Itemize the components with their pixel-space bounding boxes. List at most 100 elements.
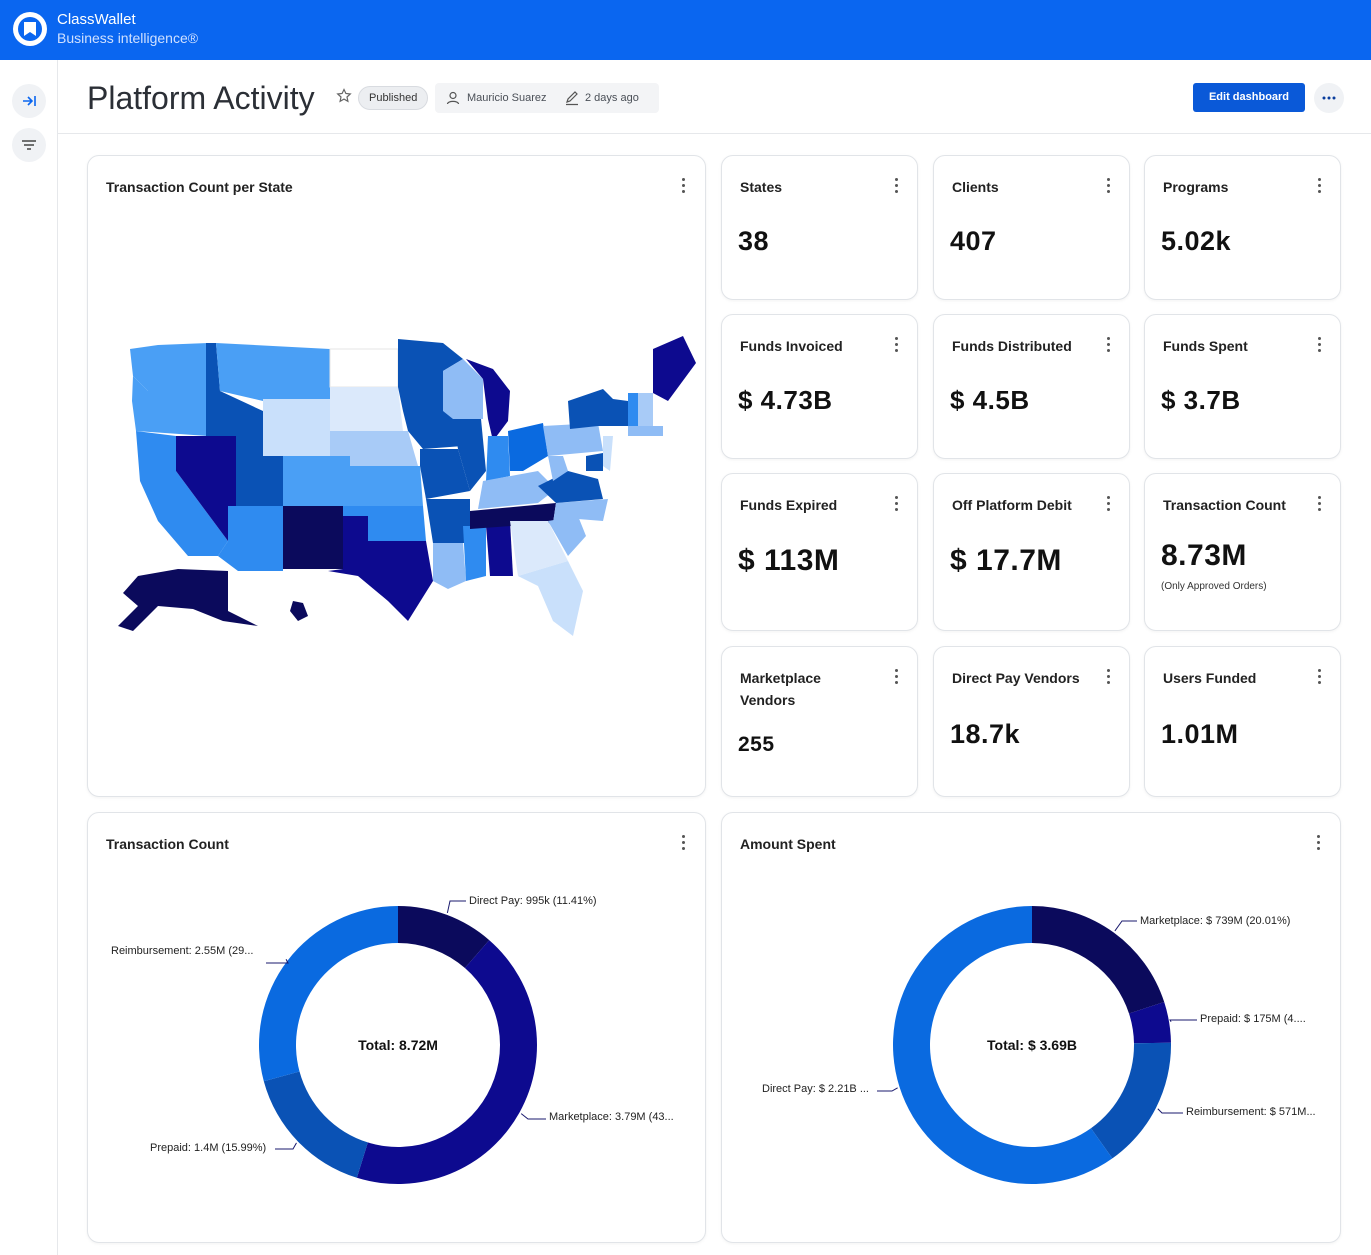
donut-slice-prepaid[interactable] [263, 1071, 368, 1178]
leader-line [877, 1087, 898, 1092]
kpi-title: Funds Invoiced [740, 338, 843, 354]
card-menu-icon[interactable] [1318, 178, 1322, 194]
state-north-dakota[interactable] [329, 348, 399, 388]
state-vermont[interactable] [628, 393, 638, 426]
expand-sidebar-button[interactable] [12, 84, 46, 118]
more-options-button[interactable] [1314, 83, 1344, 113]
state-mississippi[interactable] [463, 526, 486, 581]
dashboard-meta: Mauricio Suarez 2 days ago [435, 83, 659, 113]
card-menu-icon[interactable] [1107, 669, 1111, 685]
card-menu-icon[interactable] [1318, 337, 1322, 353]
favorite-star-icon[interactable] [336, 88, 352, 109]
card-menu-icon[interactable] [895, 496, 899, 512]
top-bar: ClassWallet Business intelligence® [0, 0, 1371, 60]
kpi-value: $ 17.7M [950, 544, 1062, 577]
kpi-value: $ 4.5B [950, 385, 1030, 415]
donut-slice-marketplace[interactable] [356, 940, 537, 1184]
state-new-jersey[interactable] [603, 436, 613, 471]
author-name: Mauricio Suarez [467, 92, 547, 104]
amount-spent-chart-card: Amount Spent Total: $ 3.69B Marketplace:… [721, 812, 1341, 1243]
kpi-value: $ 113M [738, 544, 840, 577]
kpi-card: Funds Spent $ 3.7B [1144, 314, 1341, 459]
state-new-hampshire[interactable] [638, 393, 653, 426]
state-north-carolina[interactable] [553, 499, 608, 523]
kpi-card: Funds Expired $ 113M [721, 473, 918, 631]
state-new-mexico[interactable] [283, 506, 343, 569]
classwallet-logo-icon[interactable] [13, 12, 47, 46]
ellipsis-icon [1322, 96, 1336, 100]
slice-label-reimbursement: Reimbursement: 2.55M (29... [111, 945, 254, 957]
kpi-title: Funds Distributed [952, 338, 1072, 354]
card-menu-icon[interactable] [1318, 496, 1322, 512]
state-washington[interactable] [130, 343, 208, 391]
state-indiana[interactable] [486, 436, 510, 481]
card-menu-icon[interactable] [895, 178, 899, 194]
leader-line [446, 900, 466, 914]
state-alabama[interactable] [486, 521, 513, 576]
leader-line [1169, 1019, 1197, 1023]
us-choropleth-map[interactable] [98, 331, 698, 651]
card-menu-icon[interactable] [895, 337, 899, 353]
state-maryland[interactable] [586, 453, 603, 471]
state-hawaii[interactable] [290, 601, 308, 621]
state-virginia[interactable] [538, 471, 603, 503]
kpi-value: $ 4.73B [738, 385, 833, 415]
donut-slice-reimbursement[interactable] [1090, 1042, 1171, 1159]
kpi-title: Transaction Count [1163, 497, 1286, 513]
card-menu-icon[interactable] [1318, 669, 1322, 685]
status-badge: Published [358, 86, 429, 110]
kpi-card: Programs 5.02k [1144, 155, 1341, 300]
kpi-title: Programs [1163, 179, 1229, 195]
kpi-subtext: (Only Approved Orders) [1161, 581, 1267, 592]
leader-line [1157, 1108, 1183, 1114]
state-arkansas[interactable] [426, 499, 470, 543]
state-kansas[interactable] [350, 466, 423, 506]
app-name: ClassWallet [57, 11, 136, 28]
kpi-value: 255 [738, 733, 775, 756]
kpi-card: Transaction Count 8.73M (Only Approved Ord… [1144, 473, 1341, 631]
donut-slice-reimbursement[interactable] [259, 906, 398, 1082]
filter-icon [22, 140, 36, 150]
map-card-title: Transaction Count per State [106, 179, 293, 195]
donut-total-label: Total: 8.72M [358, 1037, 438, 1053]
kpi-card: Funds Distributed $ 4.5B [933, 314, 1130, 459]
donut-total-label: Total: $ 3.69B [987, 1037, 1077, 1053]
slice-label-reimbursement: Reimbursement: $ 571M... [1186, 1106, 1316, 1118]
kpi-title: Users Funded [1163, 670, 1257, 686]
card-menu-icon[interactable] [1107, 337, 1111, 353]
kpi-title: Marketplace Vendors [740, 670, 821, 708]
kpi-card: Funds Invoiced $ 4.73B [721, 314, 918, 459]
amount-spent-donut[interactable] [722, 813, 1342, 1244]
state-new-york[interactable] [568, 389, 628, 429]
transaction-count-donut[interactable] [88, 813, 707, 1244]
state-south-dakota[interactable] [330, 387, 403, 431]
state-colorado[interactable] [283, 456, 350, 506]
kpi-value: 18.7k [950, 719, 1021, 749]
map-card: Transaction Count per State [87, 155, 706, 797]
card-menu-icon[interactable] [682, 178, 686, 194]
filter-button[interactable] [12, 128, 46, 162]
card-menu-icon[interactable] [1107, 178, 1111, 194]
kpi-card: Off Platform Debit $ 17.7M [933, 473, 1130, 631]
app-subtitle: Business intelligence® [57, 30, 199, 46]
state-montana[interactable] [216, 343, 330, 401]
state-alaska[interactable] [118, 569, 258, 631]
state-wyoming[interactable] [263, 399, 330, 456]
transaction-count-chart-card: Transaction Count Total: 8.72M Direct Pa… [87, 812, 706, 1243]
leader-line [520, 1113, 546, 1120]
state-massachusetts[interactable] [628, 426, 663, 436]
edit-dashboard-button[interactable]: Edit dashboard [1193, 83, 1305, 112]
state-maine[interactable] [653, 336, 696, 401]
slice-label-prepaid: Prepaid: $ 175M (4.... [1200, 1013, 1306, 1025]
kpi-title: Clients [952, 179, 999, 195]
card-menu-icon[interactable] [1107, 496, 1111, 512]
kpi-value: $ 3.7B [1161, 385, 1241, 415]
slice-label-marketplace: Marketplace: $ 739M (20.01%) [1140, 915, 1291, 927]
kpi-title: Off Platform Debit [952, 497, 1072, 513]
kpi-title: States [740, 179, 783, 195]
state-louisiana[interactable] [433, 543, 466, 589]
leader-line [275, 1142, 297, 1150]
state-ohio[interactable] [508, 423, 548, 471]
user-icon [446, 91, 460, 105]
card-menu-icon[interactable] [895, 669, 899, 685]
